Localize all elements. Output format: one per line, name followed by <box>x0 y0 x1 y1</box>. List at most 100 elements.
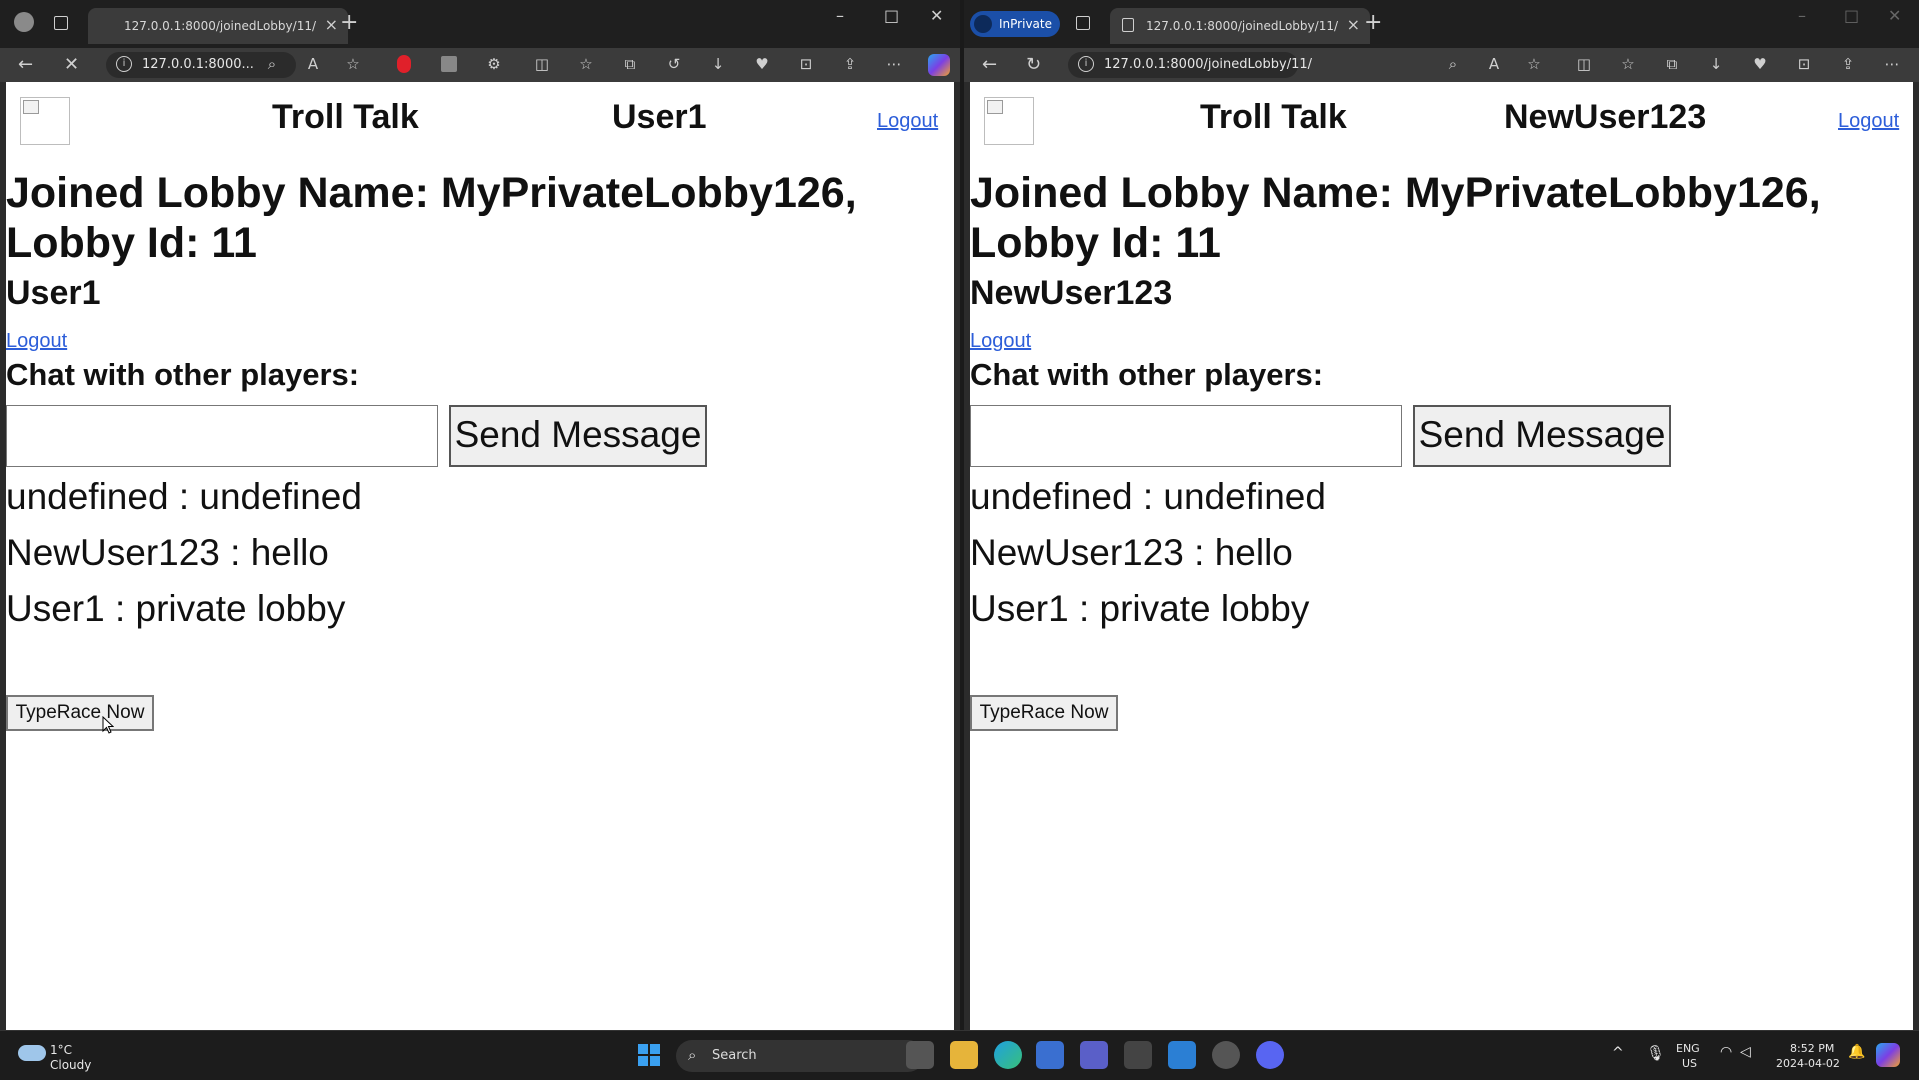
send-message-button[interactable]: Send Message <box>1413 405 1671 467</box>
volume-icon[interactable]: ◁ <box>1740 1044 1751 1060</box>
send-message-button[interactable]: Send Message <box>449 405 707 467</box>
tab-close-icon[interactable]: × <box>1347 15 1360 34</box>
back-icon[interactable]: ← <box>982 54 997 75</box>
close-icon[interactable]: ✕ <box>1888 6 1901 25</box>
microphone-icon[interactable]: 🎙 <box>1646 1044 1665 1062</box>
minimize-icon[interactable]: – <box>1798 6 1806 25</box>
address-bar: ← ↻ i 127.0.0.1:8000/joinedLobby/11/ ⌕ A… <box>964 48 1919 82</box>
close-icon[interactable]: ✕ <box>930 6 943 25</box>
favorite-icon[interactable]: ☆ <box>1526 56 1542 72</box>
logout-link[interactable]: Logout <box>970 330 1031 353</box>
screenshot-icon[interactable]: ⊡ <box>798 56 814 72</box>
chat-message: NewUser123 : hello <box>6 532 329 573</box>
collections-icon[interactable]: ⧉ <box>622 56 638 72</box>
tab-joined-lobby[interactable]: 127.0.0.1:8000/joinedLobby/11/ × <box>1110 8 1370 44</box>
taskbar-search[interactable]: ⌕ Search <box>676 1040 924 1072</box>
download-icon[interactable]: ↓ <box>1708 56 1724 72</box>
extension-icon[interactable] <box>441 56 457 72</box>
typerace-now-button[interactable]: TypeRace Now <box>6 695 154 731</box>
chat-label: Chat with other players: <box>6 357 360 392</box>
inprivate-badge[interactable]: InPrivate <box>970 11 1060 37</box>
tab-bar: InPrivate 127.0.0.1:8000/joinedLobby/11/… <box>964 0 1919 48</box>
zoom-icon[interactable]: ⌕ <box>264 56 280 72</box>
url-box[interactable]: i 127.0.0.1:8000/joinedLobby/11/ <box>1068 52 1312 78</box>
chevron-up-icon[interactable]: ^ <box>1612 1045 1624 1061</box>
share-icon[interactable]: ⇪ <box>1840 56 1856 72</box>
header-logout-link[interactable]: Logout <box>1838 110 1899 133</box>
chat-input[interactable] <box>970 405 1402 467</box>
page-icon <box>1122 18 1134 32</box>
clock-date[interactable]: 2024-04-02 <box>1776 1057 1840 1070</box>
tab-close-icon[interactable]: × <box>325 15 338 34</box>
new-tab-icon[interactable]: + <box>340 10 358 35</box>
copilot-icon[interactable] <box>928 54 950 76</box>
browser-window-left: 127.0.0.1:8000/joinedLobby/11/ × + – □ ✕… <box>0 0 960 1030</box>
performance-icon[interactable]: ♥ <box>754 56 770 72</box>
weather-desc[interactable]: Cloudy <box>50 1058 91 1072</box>
tab-joined-lobby[interactable]: 127.0.0.1:8000/joinedLobby/11/ × <box>88 8 348 44</box>
site-title: Troll Talk <box>1200 98 1347 136</box>
edge-icon[interactable] <box>994 1041 1022 1069</box>
extension-icon[interactable] <box>397 55 411 73</box>
maximize-icon[interactable]: □ <box>884 6 899 25</box>
share-icon[interactable]: ⇪ <box>842 56 858 72</box>
typerace-now-button[interactable]: TypeRace Now <box>970 695 1118 731</box>
logout-link[interactable]: Logout <box>6 330 67 353</box>
page-content: Troll Talk NewUser123 Logout Joined Lobb… <box>970 82 1913 1030</box>
language-top[interactable]: ENG <box>1676 1042 1700 1055</box>
download-icon[interactable]: ↓ <box>710 56 726 72</box>
new-tab-icon[interactable]: + <box>1364 10 1382 35</box>
tab-title: 127.0.0.1:8000/joinedLobby/11/ <box>1146 19 1338 33</box>
discord-icon[interactable] <box>1256 1041 1284 1069</box>
terminal-icon[interactable] <box>1124 1041 1152 1069</box>
language-bottom[interactable]: US <box>1682 1057 1697 1070</box>
favorites-icon[interactable]: ☆ <box>578 56 594 72</box>
more-icon[interactable]: ⋯ <box>886 56 902 72</box>
teams-icon[interactable] <box>1080 1041 1108 1069</box>
copilot-icon[interactable] <box>1876 1043 1900 1067</box>
vscode-icon[interactable] <box>1168 1041 1196 1069</box>
more-icon[interactable]: ⋯ <box>1884 56 1900 72</box>
tab-actions-icon[interactable] <box>1076 16 1090 30</box>
clock-time[interactable]: 8:52 PM <box>1790 1042 1834 1055</box>
info-icon[interactable]: i <box>116 56 132 72</box>
inprivate-label: InPrivate <box>999 17 1052 31</box>
profile-icon[interactable] <box>14 12 34 32</box>
task-view-icon[interactable] <box>906 1041 934 1069</box>
read-aloud-icon[interactable]: A <box>1486 56 1502 72</box>
read-aloud-icon[interactable]: A <box>305 56 321 72</box>
zoom-icon[interactable]: ⌕ <box>1445 56 1461 72</box>
wifi-icon[interactable]: ◠ <box>1720 1044 1732 1060</box>
windows-start-icon[interactable] <box>638 1044 660 1066</box>
tab-actions-icon[interactable] <box>54 16 68 30</box>
weather-temp[interactable]: 1°C <box>50 1043 72 1057</box>
back-icon[interactable]: ← <box>18 54 33 75</box>
history-icon[interactable]: ↺ <box>666 56 682 72</box>
favorite-icon[interactable]: ☆ <box>345 56 361 72</box>
site-title: Troll Talk <box>272 98 419 136</box>
split-screen-icon[interactable]: ◫ <box>534 56 550 72</box>
favorites-icon[interactable]: ☆ <box>1620 56 1636 72</box>
stop-icon[interactable]: ✕ <box>64 54 79 75</box>
header-logout-link[interactable]: Logout <box>877 110 938 133</box>
chrome-icon[interactable] <box>1212 1041 1240 1069</box>
notification-bell-icon[interactable]: 🔔 <box>1848 1044 1865 1060</box>
screenshot-icon[interactable]: ⊡ <box>1796 56 1812 72</box>
file-explorer-icon[interactable] <box>950 1041 978 1069</box>
collections-icon[interactable]: ⧉ <box>1664 56 1680 72</box>
performance-icon[interactable]: ♥ <box>1752 56 1768 72</box>
store-icon[interactable] <box>1036 1041 1064 1069</box>
lobby-heading: Joined Lobby Name: MyPrivateLobby126, Lo… <box>6 169 857 267</box>
info-icon[interactable]: i <box>1078 56 1094 72</box>
refresh-icon[interactable]: ↻ <box>1026 54 1041 75</box>
lobby-heading: Joined Lobby Name: MyPrivateLobby126, Lo… <box>970 169 1821 267</box>
split-screen-icon[interactable]: ◫ <box>1576 56 1592 72</box>
browser-window-right: InPrivate 127.0.0.1:8000/joinedLobby/11/… <box>964 0 1919 1030</box>
minimize-icon[interactable]: – <box>836 6 844 25</box>
inprivate-profile-icon <box>974 15 992 33</box>
chat-input[interactable] <box>6 405 438 467</box>
maximize-icon[interactable]: □ <box>1844 6 1859 25</box>
extensions-icon[interactable]: ⚙ <box>486 56 502 72</box>
weather-icon[interactable] <box>18 1045 46 1061</box>
url-text: 127.0.0.1:8000/joinedLobby/11/ <box>1104 57 1312 72</box>
